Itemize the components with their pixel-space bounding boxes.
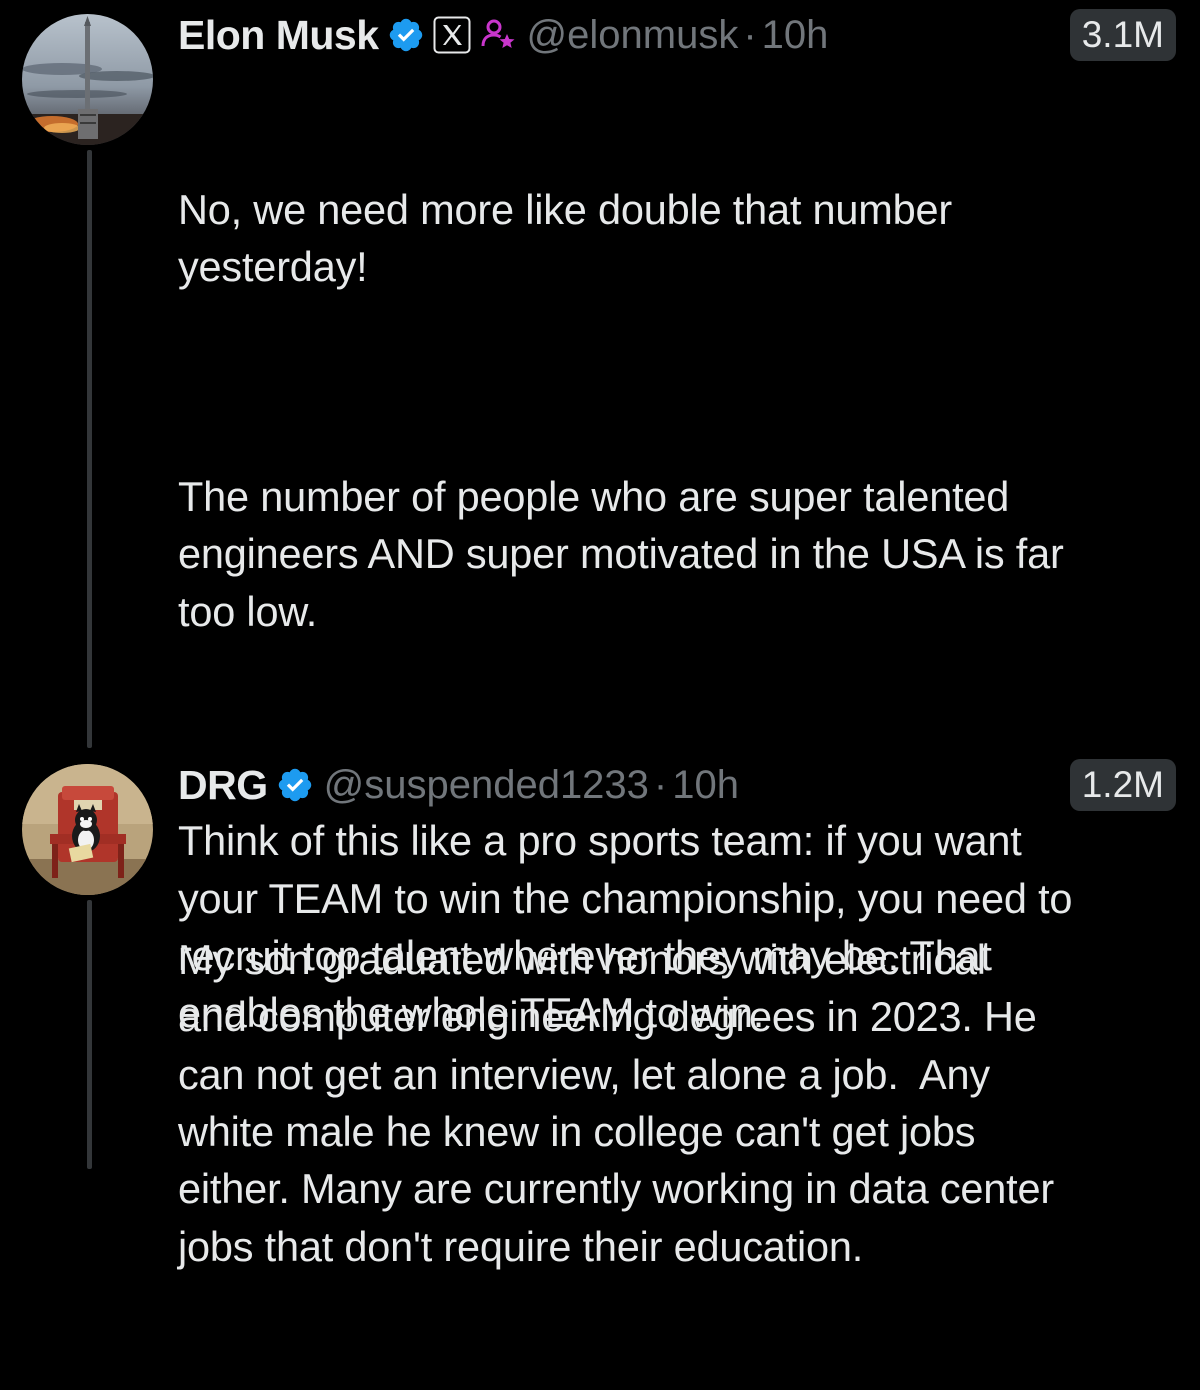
separator-dot: · — [743, 12, 757, 57]
avatar[interactable] — [22, 764, 153, 895]
starship-launch-avatar-icon — [22, 14, 153, 145]
timestamp[interactable]: 10h — [672, 763, 739, 808]
verified-badge-icon[interactable] — [276, 766, 314, 804]
author-handle[interactable]: @elonmusk — [527, 13, 739, 58]
cartoon-cat-avatar-icon — [22, 764, 153, 895]
separator-dot: · — [653, 762, 668, 807]
tweet-header: Elon Musk @elonmusk · 10h 3.1M — [178, 4, 1176, 66]
thread-connector-line — [87, 900, 92, 1169]
author-handle[interactable]: @suspended1233 — [324, 763, 649, 808]
verified-badge-icon[interactable] — [387, 16, 425, 54]
thread-connector-line — [87, 150, 92, 748]
author-name[interactable]: Elon Musk — [178, 12, 379, 59]
tweet-paragraph: The number of people who are super talen… — [178, 472, 1064, 635]
tweet-text: My son graduated with honors with electr… — [178, 816, 1178, 1390]
view-count-badge[interactable]: 1.2M — [1069, 759, 1176, 811]
tweet-paragraph: My son graduated with honors with electr… — [178, 935, 1054, 1270]
author-name[interactable]: DRG — [178, 762, 268, 809]
avatar[interactable] — [22, 14, 153, 145]
tweet-paragraph: No, we need more like double that number… — [178, 185, 953, 291]
view-count-badge[interactable]: 3.1M — [1069, 9, 1176, 61]
tweet-header: DRG @suspended1233 · 10h 1.2M — [178, 754, 1176, 816]
timestamp[interactable]: 10h — [762, 13, 829, 58]
user-star-icon[interactable] — [479, 16, 517, 54]
x-affiliate-badge-icon[interactable] — [433, 16, 471, 54]
